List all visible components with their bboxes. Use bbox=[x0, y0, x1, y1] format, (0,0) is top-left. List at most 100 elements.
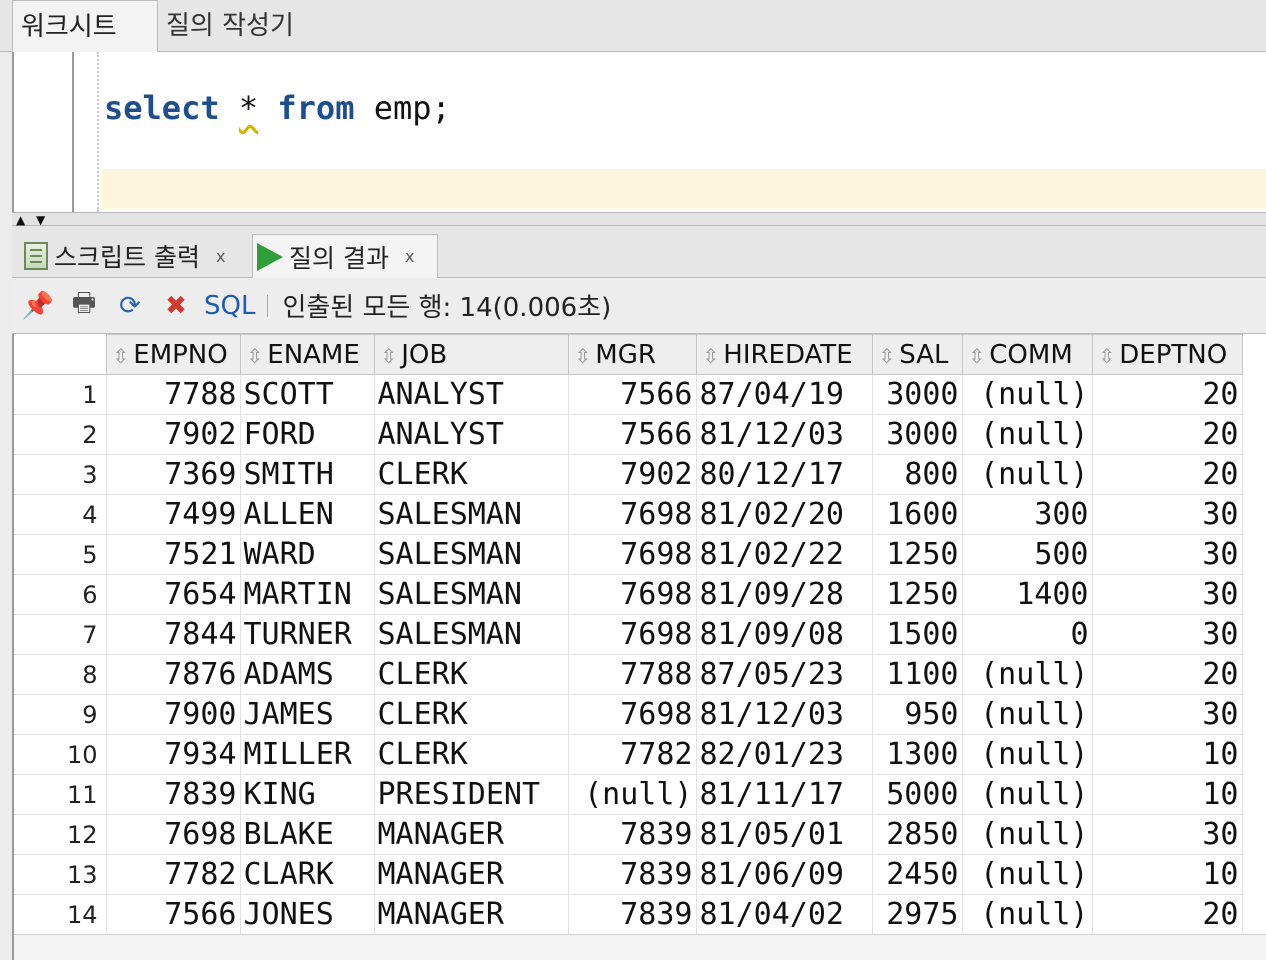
table-row[interactable]: 1 7788 SCOTT ANALYST 7566 87/04/19 3000 (null) 2… bbox=[14, 374, 1243, 415]
grid-cell[interactable]: MARTIN bbox=[240, 574, 375, 615]
column-header-deptno[interactable]: ⇳ DEPTNO bbox=[1091, 334, 1243, 375]
grid-cell[interactable]: PRESIDENT bbox=[374, 774, 569, 815]
grid-cell[interactable]: (null) bbox=[962, 854, 1093, 895]
grid-cell[interactable]: 7844 bbox=[106, 614, 241, 655]
grid-cell[interactable]: 2975 bbox=[872, 894, 963, 935]
grid-cell[interactable]: 7934 bbox=[106, 734, 241, 775]
grid-cell[interactable]: 81/02/22 bbox=[696, 534, 873, 575]
collapse-down-icon[interactable]: ▼ bbox=[36, 214, 45, 226]
column-header-empno[interactable]: ⇳ EMPNO bbox=[105, 334, 241, 375]
grid-cell[interactable]: 2850 bbox=[872, 814, 963, 855]
grid-cell[interactable]: MANAGER bbox=[374, 814, 569, 855]
grid-cell[interactable]: WARD bbox=[240, 534, 375, 575]
grid-cell[interactable]: 30 bbox=[1092, 534, 1243, 575]
grid-cell[interactable]: (null) bbox=[962, 454, 1093, 495]
grid-cell[interactable]: 1300 bbox=[872, 734, 963, 775]
sort-icon[interactable]: ⇳ bbox=[113, 344, 130, 368]
sql-editor[interactable]: select * from emp; bbox=[12, 52, 1266, 212]
sql-button[interactable]: SQL bbox=[204, 291, 255, 321]
grid-cell[interactable]: (null) bbox=[962, 654, 1093, 695]
table-row[interactable]: 6 7654 MARTIN SALESMAN 7698 81/09/28 1250 1400 3… bbox=[14, 574, 1243, 615]
grid-cell[interactable]: 20 bbox=[1092, 414, 1243, 455]
grid-cell[interactable]: 81/05/01 bbox=[696, 814, 873, 855]
grid-cell[interactable]: KING bbox=[240, 774, 375, 815]
grid-cell[interactable]: BLAKE bbox=[240, 814, 375, 855]
grid-cell[interactable]: 87/05/23 bbox=[696, 654, 873, 695]
tab-worksheet[interactable]: 워크시트 bbox=[12, 0, 158, 52]
tab-query-result[interactable]: 질의 결과 x bbox=[252, 234, 438, 278]
grid-cell[interactable]: ADAMS bbox=[240, 654, 375, 695]
grid-cell[interactable]: 30 bbox=[1092, 814, 1243, 855]
grid-cell[interactable]: 81/12/03 bbox=[696, 414, 873, 455]
table-row[interactable]: 2 7902 FORD ANALYST 7566 81/12/03 3000 (null) 20 bbox=[14, 414, 1243, 455]
grid-cell[interactable]: 20 bbox=[1092, 454, 1243, 495]
grid-cell[interactable]: 7698 bbox=[568, 694, 697, 735]
grid-cell[interactable]: FORD bbox=[240, 414, 375, 455]
grid-cell[interactable]: (null) bbox=[962, 734, 1093, 775]
grid-cell[interactable]: CLERK bbox=[374, 654, 569, 695]
grid-cell[interactable]: 7698 bbox=[568, 574, 697, 615]
grid-cell[interactable]: 7782 bbox=[568, 734, 697, 775]
sort-icon[interactable]: ⇳ bbox=[703, 344, 720, 368]
grid-cell[interactable]: 500 bbox=[962, 534, 1093, 575]
grid-cell[interactable]: 1600 bbox=[872, 494, 963, 535]
grid-cell[interactable]: JONES bbox=[240, 894, 375, 935]
grid-cell[interactable]: 3000 bbox=[872, 374, 963, 415]
grid-cell[interactable]: 1400 bbox=[962, 574, 1093, 615]
sort-icon[interactable]: ⇳ bbox=[879, 344, 896, 368]
grid-cell[interactable]: 1250 bbox=[872, 574, 963, 615]
grid-cell[interactable]: 1500 bbox=[872, 614, 963, 655]
grid-cell[interactable]: MANAGER bbox=[374, 894, 569, 935]
grid-cell[interactable]: 81/06/09 bbox=[696, 854, 873, 895]
grid-cell[interactable]: 7839 bbox=[568, 814, 697, 855]
grid-cell[interactable]: (null) bbox=[962, 374, 1093, 415]
grid-cell[interactable]: (null) bbox=[962, 774, 1093, 815]
grid-cell[interactable]: 7698 bbox=[106, 814, 241, 855]
grid-cell[interactable]: SALESMAN bbox=[374, 494, 569, 535]
grid-cell[interactable]: 30 bbox=[1092, 574, 1243, 615]
grid-cell[interactable]: SALESMAN bbox=[374, 574, 569, 615]
grid-cell[interactable]: (null) bbox=[962, 694, 1093, 735]
grid-cell[interactable]: 1100 bbox=[872, 654, 963, 695]
sort-icon[interactable]: ⇳ bbox=[381, 344, 398, 368]
grid-cell[interactable]: 81/09/28 bbox=[696, 574, 873, 615]
grid-cell[interactable]: (null) bbox=[568, 774, 697, 815]
grid-cell[interactable]: 7654 bbox=[106, 574, 241, 615]
tab-query-builder[interactable]: 질의 작성기 bbox=[166, 0, 294, 52]
grid-cell[interactable]: 7902 bbox=[106, 414, 241, 455]
sort-icon[interactable]: ⇳ bbox=[1099, 344, 1116, 368]
grid-cell[interactable]: 20 bbox=[1092, 654, 1243, 695]
grid-cell[interactable]: CLARK bbox=[240, 854, 375, 895]
grid-cell[interactable]: 7698 bbox=[568, 614, 697, 655]
grid-cell[interactable]: 7839 bbox=[568, 894, 697, 935]
grid-cell[interactable]: 81/02/20 bbox=[696, 494, 873, 535]
grid-cell[interactable]: CLERK bbox=[374, 694, 569, 735]
column-header-mgr[interactable]: ⇳ MGR bbox=[567, 334, 697, 375]
grid-cell[interactable]: 7782 bbox=[106, 854, 241, 895]
close-icon[interactable]: x bbox=[405, 247, 414, 266]
grid-cell[interactable]: 7698 bbox=[568, 494, 697, 535]
pin-icon[interactable]: 📌 bbox=[20, 288, 56, 324]
grid-cell[interactable]: 300 bbox=[962, 494, 1093, 535]
column-header-comm[interactable]: ⇳ COMM bbox=[961, 334, 1093, 375]
grid-cell[interactable]: 800 bbox=[872, 454, 963, 495]
table-row[interactable]: 10 7934 MILLER CLERK 7782 82/01/23 1300 (null) 1… bbox=[14, 734, 1243, 775]
grid-cell[interactable]: (null) bbox=[962, 814, 1093, 855]
grid-cell[interactable]: 10 bbox=[1092, 734, 1243, 775]
grid-cell[interactable]: 81/11/17 bbox=[696, 774, 873, 815]
sort-icon[interactable]: ⇳ bbox=[969, 344, 986, 368]
column-header-job[interactable]: ⇳ JOB bbox=[373, 334, 569, 375]
grid-cell[interactable]: 7788 bbox=[568, 654, 697, 695]
grid-cell[interactable]: 7839 bbox=[568, 854, 697, 895]
grid-cell[interactable]: 7499 bbox=[106, 494, 241, 535]
grid-cell[interactable]: CLERK bbox=[374, 454, 569, 495]
grid-cell[interactable]: 30 bbox=[1092, 614, 1243, 655]
table-row[interactable]: 3 7369 SMITH CLERK 7902 80/12/17 800 (null) 20 bbox=[14, 454, 1243, 495]
print-icon[interactable]: 🖶 bbox=[66, 288, 102, 324]
grid-cell[interactable]: 7788 bbox=[106, 374, 241, 415]
grid-cell[interactable]: MANAGER bbox=[374, 854, 569, 895]
grid-cell[interactable]: MILLER bbox=[240, 734, 375, 775]
grid-cell[interactable]: 0 bbox=[962, 614, 1093, 655]
grid-cell[interactable]: SCOTT bbox=[240, 374, 375, 415]
column-header-hiredate[interactable]: ⇳ HIREDATE bbox=[695, 334, 873, 375]
